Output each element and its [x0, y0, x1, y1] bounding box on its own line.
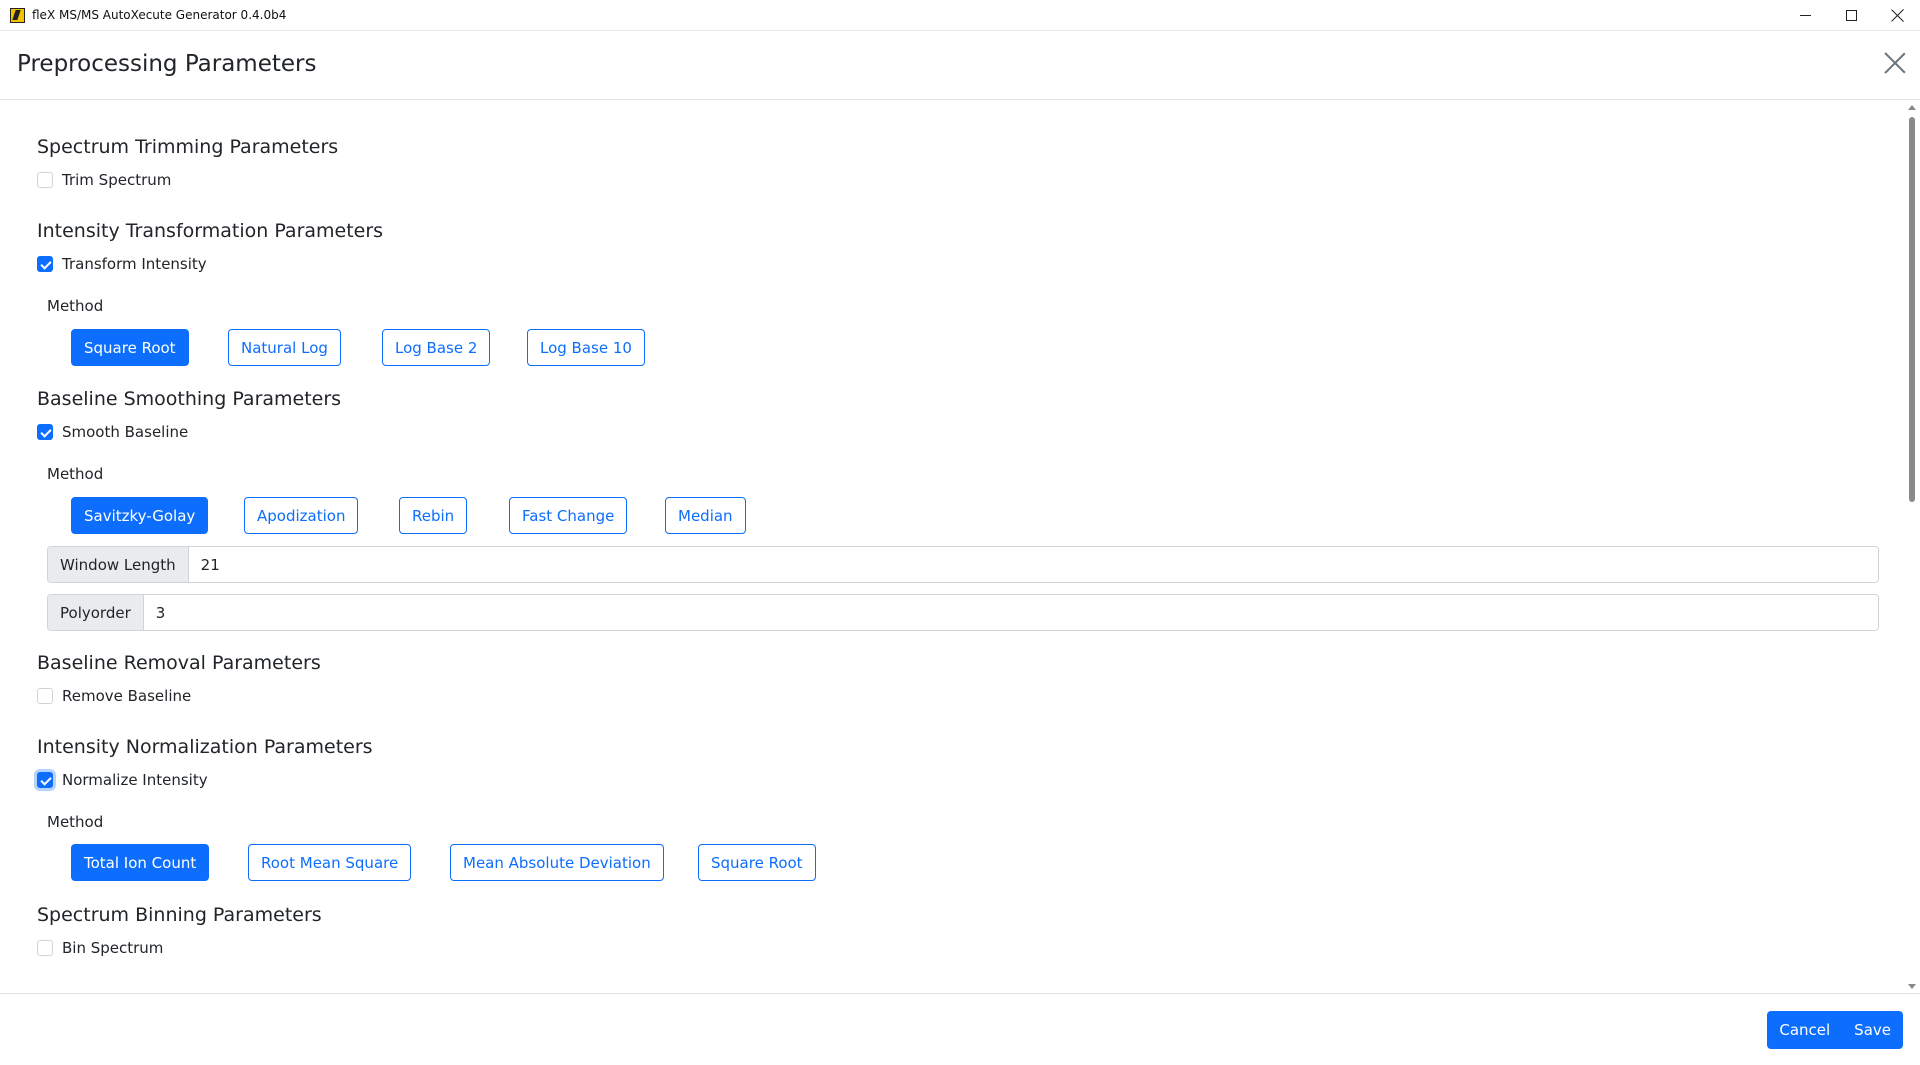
window-length-label: Window Length	[48, 547, 189, 582]
method-log-base-2-button[interactable]: Log Base 2	[382, 329, 491, 366]
normalize-intensity-checkbox[interactable]: Normalize Intensity	[37, 771, 208, 789]
app-logo-icon	[10, 7, 25, 23]
section-title-intensity: Intensity Transformation Parameters	[37, 220, 384, 242]
maximize-button[interactable]	[1828, 0, 1874, 31]
save-button[interactable]: Save	[1842, 1011, 1903, 1049]
method-mean-absolute-deviation-button[interactable]: Mean Absolute Deviation	[450, 844, 664, 881]
checkbox-box[interactable]	[37, 940, 53, 956]
method-median-button[interactable]: Median	[665, 497, 746, 534]
checkbox-box[interactable]	[37, 772, 53, 788]
close-icon	[1891, 9, 1904, 22]
window-length-input-group: Window Length	[47, 546, 1879, 583]
modal-footer: Cancel Save	[0, 993, 1920, 1065]
checkbox-label: Trim Spectrum	[62, 171, 172, 189]
remove-baseline-checkbox[interactable]: Remove Baseline	[37, 687, 191, 705]
checkbox-box[interactable]	[37, 256, 53, 272]
method-label: Method	[47, 465, 104, 483]
method-apodization-button[interactable]: Apodization	[244, 497, 359, 534]
checkbox-box[interactable]	[37, 424, 53, 440]
footer-button-group: Cancel Save	[1767, 1011, 1903, 1049]
checkbox-label: Normalize Intensity	[62, 771, 208, 789]
bin-spectrum-checkbox[interactable]: Bin Spectrum	[37, 939, 163, 957]
trim-spectrum-checkbox[interactable]: Trim Spectrum	[37, 171, 171, 189]
maximize-icon	[1845, 10, 1857, 21]
modal-body: Spectrum Trimming Parameters Trim Spectr…	[0, 101, 1904, 993]
scrollbar-thumb[interactable]	[1909, 117, 1915, 502]
polyorder-label: Polyorder	[48, 595, 144, 630]
section-title-binning: Spectrum Binning Parameters	[37, 904, 322, 926]
method-root-mean-square-button[interactable]: Root Mean Square	[248, 844, 412, 881]
window-titlebar: fleX MS/MS AutoXecute Generator 0.4.0b4	[0, 0, 1920, 31]
section-title-normalization: Intensity Normalization Parameters	[37, 736, 373, 758]
modal-title: Preprocessing Parameters	[17, 51, 317, 77]
checkbox-label: Bin Spectrum	[62, 939, 164, 957]
scroll-up-arrow-icon[interactable]	[1908, 105, 1916, 110]
cancel-button[interactable]: Cancel	[1767, 1011, 1843, 1049]
polyorder-input[interactable]	[143, 595, 1878, 630]
window-close-button[interactable]	[1874, 0, 1920, 31]
section-title-removal: Baseline Removal Parameters	[37, 652, 321, 674]
checkbox-box[interactable]	[37, 688, 53, 704]
checkbox-label: Transform Intensity	[62, 255, 207, 273]
window-controls	[1782, 0, 1920, 31]
section-title-trimming: Spectrum Trimming Parameters	[37, 136, 339, 158]
scroll-down-arrow-icon[interactable]	[1908, 984, 1916, 989]
minimize-button[interactable]	[1782, 0, 1828, 31]
method-fast-change-button[interactable]: Fast Change	[509, 497, 628, 534]
checkbox-label: Remove Baseline	[62, 687, 192, 705]
method-label: Method	[47, 297, 104, 315]
method-savitzky-golay-button[interactable]: Savitzky-Golay	[71, 497, 209, 534]
window-length-input[interactable]	[188, 547, 1878, 582]
checkbox-label: Smooth Baseline	[62, 423, 189, 441]
window-title: fleX MS/MS AutoXecute Generator 0.4.0b4	[32, 8, 287, 22]
modal-close-icon[interactable]	[1884, 52, 1906, 74]
minimize-icon	[1799, 15, 1811, 16]
method-log-base-10-button[interactable]: Log Base 10	[527, 329, 645, 366]
method-label: Method	[47, 813, 104, 831]
vertical-scrollbar[interactable]	[1904, 101, 1920, 993]
method-rebin-button[interactable]: Rebin	[399, 497, 468, 534]
section-title-smoothing: Baseline Smoothing Parameters	[37, 388, 342, 410]
smooth-baseline-checkbox[interactable]: Smooth Baseline	[37, 423, 188, 441]
modal-header: Preprocessing Parameters	[0, 31, 1920, 100]
method-square-root-button[interactable]: Square Root	[71, 329, 189, 366]
transform-intensity-checkbox[interactable]: Transform Intensity	[37, 255, 207, 273]
method-total-ion-count-button[interactable]: Total Ion Count	[71, 844, 210, 881]
method-square-root-norm-button[interactable]: Square Root	[698, 844, 816, 881]
checkbox-box[interactable]	[37, 172, 53, 188]
polyorder-input-group: Polyorder	[47, 594, 1879, 631]
method-natural-log-button[interactable]: Natural Log	[228, 329, 341, 366]
